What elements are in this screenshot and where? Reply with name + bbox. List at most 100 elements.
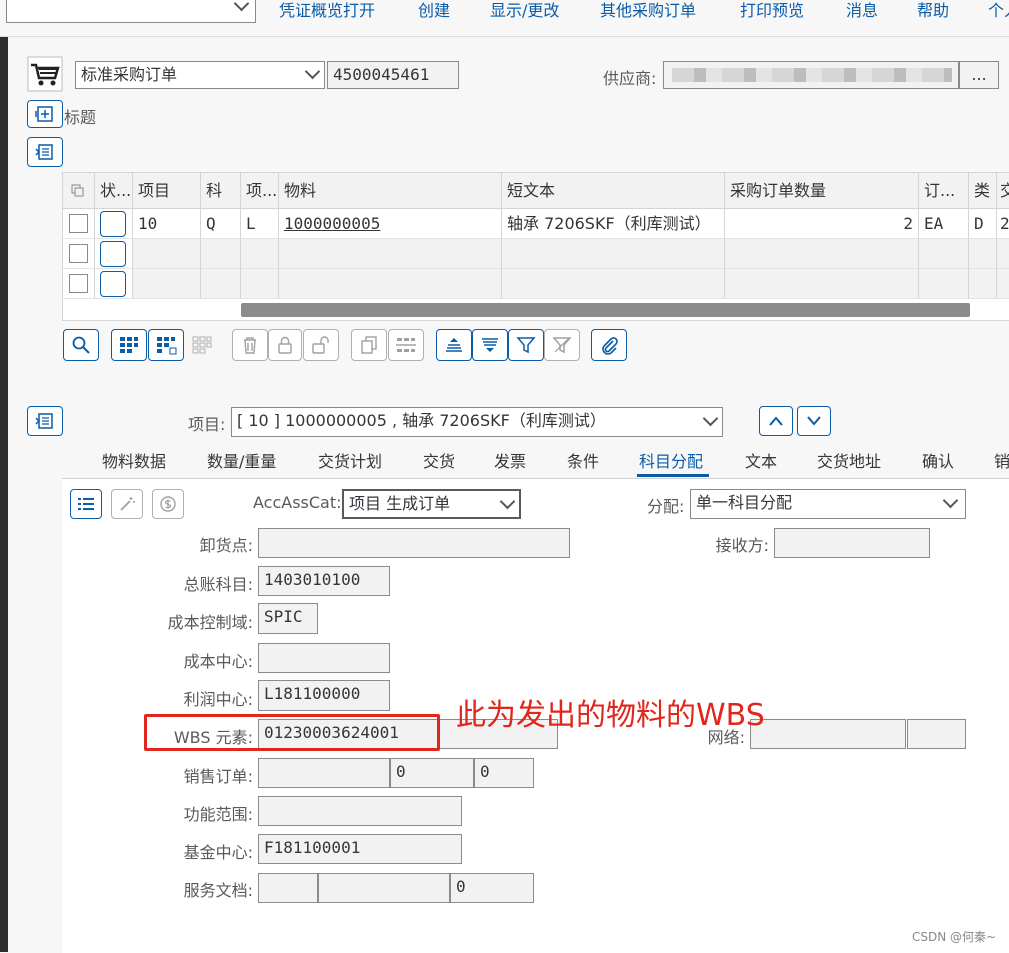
attachment-icon[interactable] xyxy=(591,329,627,361)
col-short-text[interactable]: 短文本 xyxy=(502,173,725,209)
cell-acct[interactable] xyxy=(201,269,241,299)
cell-short-text: 轴承 7206SKF（利库测试） xyxy=(502,209,725,239)
cell-unit[interactable] xyxy=(919,269,969,299)
menu-print-preview[interactable]: 打印预览 xyxy=(740,0,804,21)
col-unit[interactable]: 订... xyxy=(919,173,969,209)
sales-order-item-field[interactable]: 0 xyxy=(390,758,474,788)
expand-header-icon[interactable] xyxy=(27,100,63,128)
sales-order-field[interactable] xyxy=(258,758,390,788)
collapse-detail-icon[interactable] xyxy=(27,406,63,436)
cost-center-field[interactable] xyxy=(258,643,390,673)
cell-item-cat[interactable] xyxy=(241,239,279,269)
sort-descending-icon[interactable] xyxy=(472,329,508,361)
col-acct[interactable]: 科 xyxy=(201,173,241,209)
tab-conditions[interactable]: 条件 xyxy=(567,448,599,472)
col-item[interactable]: 项目 xyxy=(133,173,201,209)
row-select[interactable] xyxy=(63,239,95,269)
tab-quantity-weight[interactable]: 数量/重量 xyxy=(207,448,276,472)
cell-po-qty[interactable] xyxy=(725,239,919,269)
vendor-search-button[interactable]: ... xyxy=(959,61,999,89)
tab-material-data[interactable]: 物料数据 xyxy=(102,448,166,472)
menu-bar: 凭证概览打开 创建 显示/更改 其他采购订单 打印预览 消息 帮助 个人 xyxy=(0,0,1009,37)
po-number-field[interactable]: 4500045461 xyxy=(327,61,459,89)
cell-item[interactable] xyxy=(133,269,201,299)
co-area-field[interactable]: SPIC xyxy=(258,603,318,634)
table-horizontal-scrollbar[interactable] xyxy=(241,303,970,317)
cell-short-text[interactable] xyxy=(502,239,725,269)
tab-texts[interactable]: 文本 xyxy=(745,448,777,472)
col-type[interactable]: 类 xyxy=(969,173,997,209)
fund-center-field[interactable]: F181100001 xyxy=(258,834,462,864)
cell-unit[interactable] xyxy=(919,239,969,269)
cell-material[interactable] xyxy=(279,269,502,299)
row-select[interactable] xyxy=(63,269,95,299)
details-zoom-icon[interactable] xyxy=(63,329,99,361)
vendor-field[interactable] xyxy=(663,61,959,89)
cell-material[interactable] xyxy=(279,239,502,269)
row-status[interactable] xyxy=(95,209,133,239)
menu-help[interactable]: 帮助 xyxy=(917,0,949,21)
service-doc-number-field[interactable] xyxy=(318,873,450,903)
cell-type[interactable] xyxy=(969,239,997,269)
cell-item-cat[interactable] xyxy=(241,269,279,299)
col-status[interactable]: 状... xyxy=(95,173,133,209)
list-view-icon[interactable] xyxy=(70,489,102,519)
row-select[interactable] xyxy=(63,209,95,239)
menu-other-po[interactable]: 其他采购订单 xyxy=(600,0,696,21)
cell-delivery[interactable] xyxy=(997,239,1009,269)
row-status[interactable] xyxy=(95,239,133,269)
command-field[interactable] xyxy=(6,0,256,23)
network-activity-field[interactable] xyxy=(907,719,966,749)
unloading-point-field[interactable] xyxy=(258,528,570,558)
functional-area-label: 功能范围: xyxy=(183,805,253,824)
service-doc-label: 服务文档: xyxy=(183,881,253,900)
select-all-grid-icon[interactable] xyxy=(111,329,147,361)
menu-overview[interactable]: 凭证概览打开 xyxy=(279,0,375,21)
select-all-icon[interactable] xyxy=(63,173,95,209)
filter-icon[interactable] xyxy=(508,329,544,361)
tab-delivery-address[interactable]: 交货地址 xyxy=(817,448,881,472)
cell-type[interactable] xyxy=(969,269,997,299)
tab-account-assignment[interactable]: 科目分配 xyxy=(639,448,703,472)
service-doc-type-field[interactable] xyxy=(258,873,318,903)
menu-personal[interactable]: 个人 xyxy=(988,0,1009,21)
service-doc-item-field[interactable]: 0 xyxy=(450,873,534,903)
previous-item-button[interactable] xyxy=(759,406,793,436)
collapse-items-icon[interactable] xyxy=(27,137,63,167)
item-select-dropdown[interactable]: [ 10 ] 1000000005 , 轴承 7206SKF（利库测试） xyxy=(231,407,723,437)
col-material[interactable]: 物料 xyxy=(279,173,502,209)
cell-material-link[interactable]: 1000000005 xyxy=(279,209,502,239)
row-status[interactable] xyxy=(95,269,133,299)
menu-create[interactable]: 创建 xyxy=(418,0,450,21)
tab-invoice[interactable]: 发票 xyxy=(494,448,526,472)
order-type-select[interactable]: 标准采购订单 xyxy=(75,61,325,89)
sales-order-label: 销售订单: xyxy=(183,767,253,786)
gl-account-field[interactable]: 1403010100 xyxy=(258,566,390,596)
next-item-button[interactable] xyxy=(797,406,831,436)
sort-ascending-icon[interactable] xyxy=(436,329,472,361)
cell-acct[interactable] xyxy=(201,239,241,269)
col-po-qty[interactable]: 采购订单数量 xyxy=(725,173,919,209)
distribution-select[interactable]: 单一科目分配 xyxy=(690,489,966,519)
currency-icon xyxy=(152,489,184,519)
functional-area-field[interactable] xyxy=(258,796,462,826)
header-section-label: 标题 xyxy=(64,108,97,127)
menu-messages[interactable]: 消息 xyxy=(846,0,878,21)
tab-delivery[interactable]: 交货 xyxy=(423,448,455,472)
cell-item[interactable] xyxy=(133,239,201,269)
accasscat-select[interactable]: 项目 生成订单 xyxy=(342,489,521,519)
cell-delivery[interactable] xyxy=(997,269,1009,299)
cell-short-text[interactable] xyxy=(502,269,725,299)
recipient-field[interactable] xyxy=(774,528,930,558)
profit-center-field[interactable]: L181100000 xyxy=(258,680,390,711)
menu-display-change[interactable]: 显示/更改 xyxy=(490,0,559,21)
network-field[interactable] xyxy=(750,719,906,749)
tab-confirmations[interactable]: 确认 xyxy=(922,448,954,472)
col-delivery[interactable]: 交 xyxy=(997,173,1009,209)
sales-order-schedule-field[interactable]: 0 xyxy=(474,758,534,788)
tab-sales[interactable]: 销 xyxy=(994,448,1009,472)
col-item-cat[interactable]: 项... xyxy=(241,173,279,209)
cell-po-qty[interactable] xyxy=(725,269,919,299)
tab-delivery-schedule[interactable]: 交货计划 xyxy=(318,448,382,472)
deselect-all-grid-icon[interactable] xyxy=(148,329,184,361)
